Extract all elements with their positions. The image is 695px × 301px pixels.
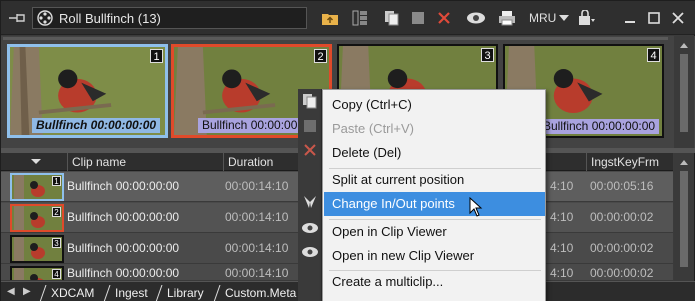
table-scrollbar[interactable] (674, 153, 694, 281)
roll-window: Roll Bullfinch (13) MRU 1 Bullfinch 00:0… (0, 0, 695, 301)
mouse-cursor-icon (469, 197, 483, 217)
eye-icon (301, 243, 319, 261)
duration-cell: 00:00:14:10 (225, 266, 289, 280)
folder-up-icon[interactable] (319, 7, 341, 29)
column-header-duration[interactable]: Duration (223, 153, 303, 171)
thumbnail-number: 3 (481, 48, 494, 62)
row-thumbnail: 4 (10, 266, 64, 280)
row-thumbnail: 1 (10, 173, 64, 201)
tab-scroll-right-icon[interactable]: ▶ (23, 286, 31, 297)
time-cell: 4:10 (550, 210, 574, 224)
delete-icon (301, 141, 319, 159)
row-thumbnail: 2 (10, 204, 64, 232)
ingst-keyframe-cell: 00:00:00:02 (590, 210, 654, 224)
pin-icon[interactable] (7, 10, 29, 26)
menu-item-open-clip-viewer[interactable]: Open in Clip Viewer (324, 220, 545, 244)
duration-cell: 00:00:14:10 (225, 179, 289, 193)
thumbnail-number: 2 (314, 49, 327, 63)
duration-cell: 00:00:14:10 (225, 241, 289, 255)
columns-icon[interactable] (349, 7, 371, 29)
menu-item-change-in-out[interactable]: Change In/Out points (324, 192, 545, 216)
minimize-icon[interactable] (621, 7, 639, 29)
clip-name-cell: Bullfinch 00:00:00:00 (67, 241, 180, 255)
clip-name-cell: Bullfinch 00:00:00:00 (67, 210, 180, 224)
split-icon (301, 193, 319, 211)
eye-icon (301, 219, 319, 237)
tab-ingest[interactable]: Ingest (111, 284, 152, 301)
tab-divider (103, 285, 111, 301)
tab-custom-meta[interactable]: Custom.Meta (221, 284, 300, 301)
eye-icon[interactable] (464, 7, 488, 29)
timeline-ruler[interactable] (3, 37, 668, 40)
sort-column-header[interactable] (1, 153, 67, 171)
thumbnail-scrollbar[interactable] (674, 36, 694, 148)
clip-name-cell: Bullfinch 00:00:00:00 (67, 266, 180, 280)
print-icon[interactable] (495, 7, 519, 29)
column-header-clip-name[interactable]: Clip name (67, 153, 223, 171)
time-cell: 4:10 (550, 266, 574, 280)
clip-thumbnail[interactable]: 1 Bullfinch 00:00:00:00 (7, 44, 168, 138)
row-number: 3 (52, 238, 61, 248)
film-reel-icon (37, 10, 53, 26)
tab-library[interactable]: Library (163, 284, 208, 301)
column-header-ingstkeyfrm[interactable]: IngstKeyFrm (586, 153, 673, 171)
duration-cell: 00:00:14:10 (225, 210, 289, 224)
menu-item-paste[interactable]: Paste (Ctrl+V) (324, 117, 545, 141)
row-number: 4 (52, 269, 61, 279)
menu-item-delete[interactable]: Delete (Del) (324, 141, 545, 165)
menu-item-create-multiclip[interactable]: Create a multiclip... (324, 270, 545, 294)
copy-icon (301, 92, 319, 110)
row-thumbnail: 3 (10, 235, 64, 263)
close-icon[interactable] (433, 7, 455, 29)
tab-scroll-left-icon[interactable]: ◀ (7, 286, 15, 297)
thumbnail-timecode: Bullfinch 00:00:00:00 (32, 118, 161, 133)
menu-item-open-new-clip-viewer[interactable]: Open in new Clip Viewer (324, 244, 545, 268)
tab-divider (213, 285, 221, 301)
ingst-keyframe-cell: 00:00:05:16 (590, 179, 654, 193)
tab-xdcam[interactable]: XDCAM (47, 284, 98, 301)
row-number: 2 (52, 207, 61, 217)
chevron-down-icon[interactable] (557, 7, 571, 29)
thumbnail-number: 4 (647, 48, 660, 62)
tab-divider (155, 285, 163, 301)
menu-icon-column (298, 89, 322, 301)
window-title: Roll Bullfinch (13) (59, 11, 161, 26)
clip-name-cell: Bullfinch 00:00:00:00 (67, 179, 180, 193)
menu-item-copy[interactable]: Copy (Ctrl+C) (324, 93, 545, 117)
mru-button[interactable]: MRU (529, 11, 556, 25)
row-number: 1 (52, 176, 61, 186)
thumbnail-timecode: Bullfinch 00:00:00:00 (539, 119, 660, 134)
time-cell: 4:10 (550, 241, 574, 255)
stop-icon[interactable] (407, 7, 429, 29)
time-cell: 4:10 (550, 179, 574, 193)
ingst-keyframe-cell: 00:00:00:02 (590, 241, 654, 255)
window-title-box: Roll Bullfinch (13) (32, 7, 307, 29)
context-menu: Copy (Ctrl+C) Paste (Ctrl+V) Delete (Del… (322, 89, 546, 301)
paste-icon (301, 117, 319, 135)
maximize-icon[interactable] (645, 7, 663, 29)
lock-icon[interactable] (575, 7, 597, 29)
title-bar: Roll Bullfinch (13) MRU (1, 1, 695, 35)
tab-divider (39, 285, 47, 301)
menu-item-split[interactable]: Split at current position (324, 168, 545, 192)
close-window-icon[interactable] (669, 7, 687, 29)
thumbnail-number: 1 (150, 49, 163, 63)
copy-icon[interactable] (381, 7, 403, 29)
ingst-keyframe-cell: 00:00:00:02 (590, 266, 654, 280)
